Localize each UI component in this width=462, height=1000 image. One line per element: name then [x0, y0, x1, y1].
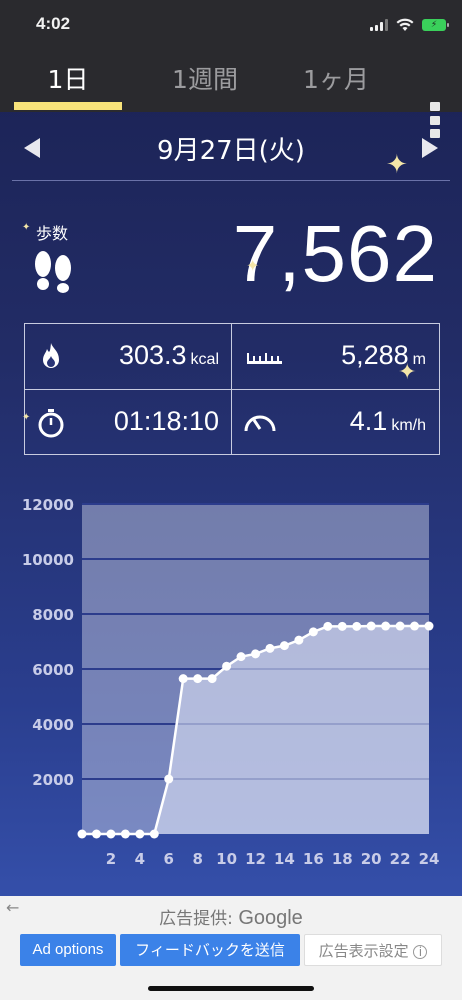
chart-data-point: [265, 643, 275, 653]
battery-icon: ⚡: [422, 19, 449, 31]
chart-data-point: [424, 621, 434, 631]
chart-data-point: [91, 829, 101, 839]
x-tick-label: 14: [274, 850, 295, 868]
send-feedback-button[interactable]: フィードバックを送信: [120, 934, 300, 966]
x-tick-label: 8: [192, 850, 202, 868]
status-icons: ⚡: [370, 16, 449, 34]
ad-provider: 広告提供: Google: [0, 904, 462, 930]
x-tick-label: 12: [245, 850, 266, 868]
steps-count: 7,562: [232, 209, 438, 298]
x-tick-label: 2: [106, 850, 116, 868]
y-tick-label: 8000: [32, 606, 74, 624]
x-tick-label: 18: [332, 850, 353, 868]
chart-data-point: [279, 641, 289, 651]
y-tick-label: 2000: [32, 771, 74, 789]
status-bar: 4:02 ⚡: [0, 0, 462, 50]
status-time: 4:02: [36, 14, 71, 33]
sparkle-icon: ✦: [386, 150, 408, 180]
sparkle-icon: ✦: [22, 222, 31, 233]
divider: [12, 180, 450, 181]
chart-data-point: [294, 635, 304, 645]
next-day-arrow-icon[interactable]: [422, 138, 438, 158]
duration-value: 01:18:10: [113, 406, 219, 436]
chart-data-point: [106, 829, 116, 839]
signal-icon: [370, 19, 388, 31]
ruler-icon: [247, 353, 282, 364]
ad-provider-brand: Google: [238, 907, 303, 929]
wifi-icon: [396, 18, 414, 31]
ad-settings-label: 広告表示設定: [318, 942, 409, 960]
chart-data-point: [381, 621, 391, 631]
y-tick-label: 10000: [22, 551, 74, 569]
stats-grid: 303.3 kcal 5,288 m 01:18:10 4.1 km/h: [24, 323, 440, 455]
info-icon: i: [413, 945, 428, 959]
chart-data-point: [337, 621, 347, 631]
y-tick-label: 12000: [22, 496, 74, 514]
x-tick-label: 22: [390, 850, 411, 868]
speed-unit: km/h: [391, 417, 426, 434]
tab-day[interactable]: 1日: [14, 60, 122, 100]
steps-summary: 歩数 7,562: [0, 200, 462, 310]
x-tick-label: 10: [216, 850, 237, 868]
chart-data-point: [395, 621, 405, 631]
y-tick-label: 6000: [32, 661, 74, 679]
x-tick-label: 6: [164, 850, 174, 868]
ad-options-button[interactable]: Ad options: [20, 934, 116, 966]
active-tab-indicator: [14, 102, 122, 110]
y-tick-label: 4000: [32, 716, 74, 734]
sparkle-icon: ✦: [246, 256, 260, 275]
chart-data-point: [410, 621, 420, 631]
sparkle-icon: ✦: [22, 412, 31, 423]
sparkle-icon: ✦: [398, 360, 417, 385]
chart-data-point: [178, 674, 188, 684]
speed-stat: 4.1 km/h: [232, 390, 438, 455]
chart-data-point: [149, 829, 159, 839]
chart-data-point: [251, 649, 260, 659]
steps-label: 歩数: [36, 224, 69, 243]
chart-data-point: [236, 652, 246, 662]
chart-data-point: [164, 774, 174, 784]
tab-month[interactable]: 1ヶ月: [286, 60, 386, 100]
x-tick-label: 16: [303, 850, 324, 868]
ad-settings-button[interactable]: 広告表示設定 i: [304, 934, 442, 966]
footprint-icon: [35, 251, 71, 293]
calories-value: 303.3: [118, 340, 187, 370]
chart-data-point: [308, 627, 318, 637]
speedometer-icon: [244, 415, 276, 432]
chart-data-point: [77, 829, 87, 839]
home-indicator: [148, 986, 314, 991]
chart-data-point: [366, 621, 376, 631]
chart-data-point: [352, 621, 362, 631]
chart-data-point: [323, 621, 333, 631]
flame-icon: [43, 343, 59, 368]
speed-value: 4.1: [349, 406, 388, 436]
chart-data-point: [193, 674, 203, 684]
ad-provider-label: 広告提供:: [159, 909, 233, 929]
duration-stat: 01:18:10: [25, 390, 231, 455]
calories-unit: kcal: [190, 351, 219, 368]
stopwatch-icon: [38, 409, 64, 438]
chart-data-point: [207, 674, 217, 684]
hourly-steps-chart: 120001000080006000400020002 4 6 8 10 12 14 16 18…: [22, 496, 440, 868]
x-tick-label: 20: [361, 850, 382, 868]
chart-data-point: [222, 661, 232, 671]
chart-data-point: [135, 829, 145, 839]
calories-stat: 303.3 kcal: [25, 324, 231, 389]
x-tick-label: 4: [135, 850, 145, 868]
x-tick-label: 24: [419, 850, 440, 868]
tab-week[interactable]: 1週間: [150, 60, 260, 100]
chart-data-point: [120, 829, 130, 839]
